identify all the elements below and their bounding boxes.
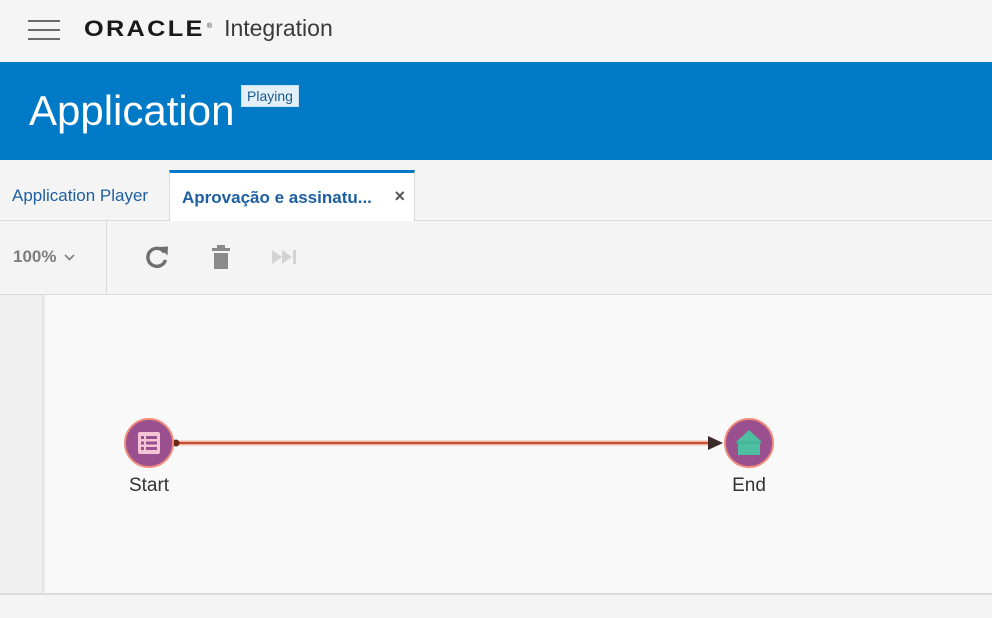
tab-label: Aprovação e assinatu...	[182, 187, 372, 207]
product-name: Integration	[224, 15, 333, 41]
tab-application-player[interactable]: Application Player	[12, 170, 148, 221]
tab-aprovacao[interactable]: Aprovação e assinatu... ×	[169, 170, 415, 222]
hamburger-menu-icon[interactable]	[28, 20, 60, 40]
page-title: Application	[29, 87, 235, 134]
chevron-down-icon	[64, 253, 76, 261]
toolbar-divider	[106, 221, 107, 294]
flow-canvas[interactable]: Start End	[46, 295, 992, 593]
start-node[interactable]	[124, 418, 174, 468]
zoom-value: 100%	[13, 247, 57, 266]
tab-label: Application Player	[12, 185, 149, 205]
top-bar: ORACLE ® Integration	[0, 0, 992, 62]
form-icon	[138, 432, 160, 454]
tab-bar: Application Player Aprovação e assinatu.…	[0, 160, 992, 222]
zoom-select[interactable]: 100%	[13, 247, 76, 267]
refresh-icon[interactable]	[143, 243, 171, 271]
flow-diagram	[124, 418, 774, 468]
delete-icon[interactable]	[210, 244, 232, 270]
brand-logo: ORACLE ® Integration	[84, 15, 333, 42]
end-node[interactable]	[724, 418, 774, 468]
footer-bar	[0, 593, 992, 618]
close-icon[interactable]: ×	[394, 186, 405, 207]
registered-mark: ®	[206, 23, 213, 30]
end-node-label: End	[732, 475, 766, 496]
skip-forward-icon[interactable]	[271, 249, 299, 265]
status-badge: Playing	[241, 85, 299, 107]
page-header: Application Playing	[0, 62, 992, 160]
canvas-gutter	[0, 295, 44, 593]
flow-connector[interactable]	[172, 436, 724, 450]
oracle-logo-text: ORACLE	[84, 16, 205, 41]
start-node-label: Start	[128, 475, 170, 496]
toolbar: 100%	[0, 221, 992, 295]
